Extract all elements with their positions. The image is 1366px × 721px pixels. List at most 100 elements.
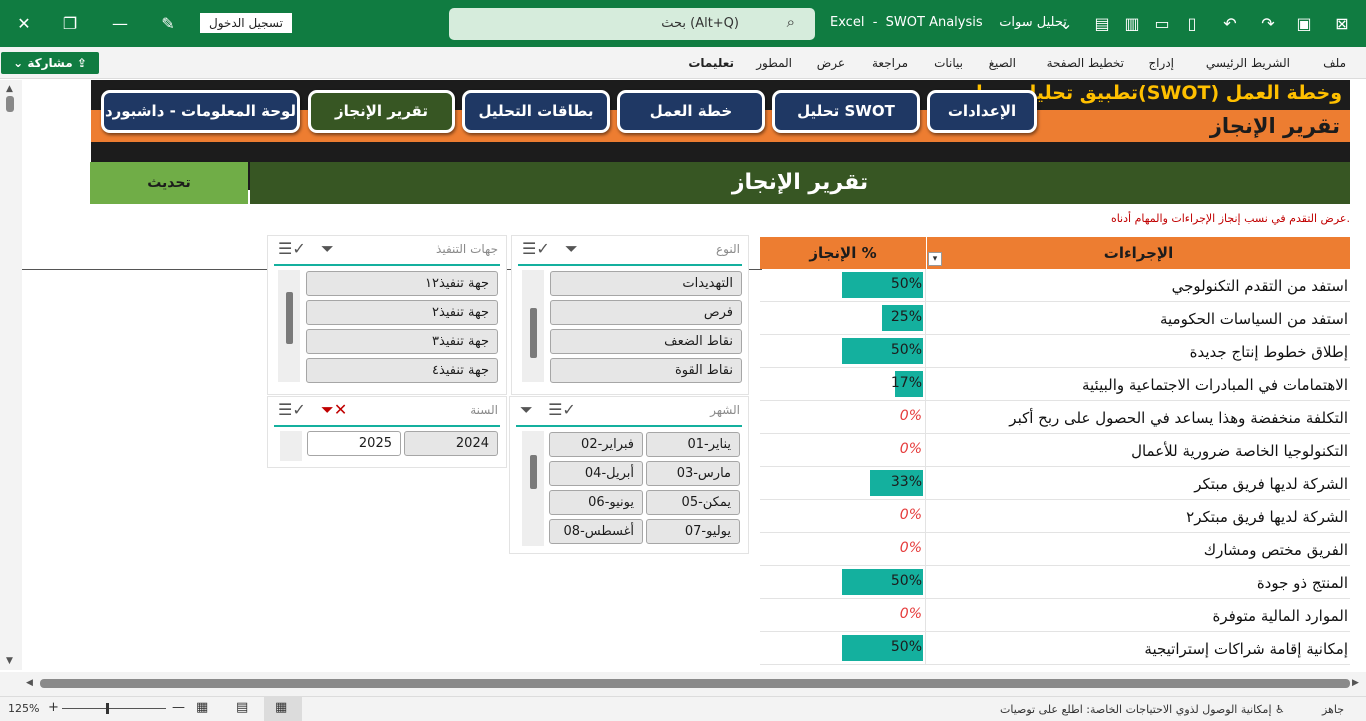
tab-view[interactable]: عرض bbox=[817, 56, 845, 70]
filter-dropdown-icon[interactable]: ▾ bbox=[928, 252, 942, 266]
progress-cell[interactable]: 0% bbox=[760, 533, 926, 565]
progress-value: 0% bbox=[899, 507, 922, 523]
file-export-icon[interactable]: ▤ bbox=[1090, 12, 1114, 36]
tab-insert[interactable]: إدراج bbox=[1148, 56, 1174, 70]
slicer-entities: جهات التنفيذ ☰✓ ⏷ جهة تنفيذ١٢ جهة تنفيذ٢… bbox=[267, 235, 507, 395]
scroll-left-icon[interactable]: ◀ bbox=[26, 678, 33, 688]
progress-cell[interactable]: 33% bbox=[760, 467, 926, 499]
nav-dashboard-button[interactable]: لوحة المعلومات - داشبورد bbox=[101, 90, 300, 133]
zoom-slider-thumb[interactable] bbox=[106, 703, 109, 714]
clear-filter-icon[interactable]: ⏷ bbox=[321, 239, 334, 258]
save-as-icon[interactable]: ▥ bbox=[1120, 12, 1144, 36]
nav-settings-button[interactable]: الإعدادات bbox=[927, 90, 1037, 133]
worksheet[interactable]: تطبيق تحليل سوات(SWOT) وخطة العمل تقرير … bbox=[22, 80, 1350, 670]
slicer-month-item-apr[interactable]: أبريل-04 bbox=[549, 461, 643, 486]
slicer-entities-scroll-thumb[interactable] bbox=[286, 292, 293, 344]
multi-select-icon[interactable]: ☰✓ bbox=[278, 400, 306, 419]
zoom-slider[interactable] bbox=[62, 708, 166, 709]
slicer-month-item-aug[interactable]: أغسطس-08 bbox=[549, 519, 643, 544]
signin-button[interactable]: تسجيل الدخول bbox=[200, 13, 292, 33]
tab-formulas[interactable]: الصيغ bbox=[989, 56, 1016, 70]
progress-cell[interactable]: 25% bbox=[760, 302, 926, 334]
progress-cell[interactable]: 50% bbox=[760, 335, 926, 367]
slicer-month-item-jul[interactable]: يوليو-07 bbox=[646, 519, 740, 544]
vertical-scrollbar[interactable]: ▲ ▼ bbox=[0, 80, 22, 670]
progress-cell[interactable]: 0% bbox=[760, 401, 926, 433]
folder-icon[interactable]: ▭ bbox=[1150, 12, 1174, 36]
slicer-month-item-mar[interactable]: مارس-03 bbox=[646, 461, 740, 486]
slicer-type-controls: ☰✓ ⏷ bbox=[522, 239, 578, 259]
tab-page-layout[interactable]: تخطيط الصفحة bbox=[1047, 56, 1124, 70]
slicer-type-scroll-thumb[interactable] bbox=[530, 308, 537, 358]
clear-filter-icon[interactable]: ⏷ bbox=[520, 400, 533, 419]
actions-column-header: الإجراءات bbox=[927, 237, 1350, 269]
multi-select-icon[interactable]: ☰✓ bbox=[522, 239, 550, 258]
slicer-month-item-jan[interactable]: يناير-01 bbox=[646, 432, 740, 457]
save-icon[interactable]: ▣ bbox=[1292, 12, 1316, 36]
restore-icon[interactable]: ❐ bbox=[58, 12, 82, 36]
nav-analysis-cards-button[interactable]: بطاقات التحليل bbox=[462, 90, 610, 133]
tab-developer[interactable]: المطور bbox=[756, 56, 792, 70]
progress-cell[interactable]: 0% bbox=[760, 434, 926, 466]
slicer-month-scroll-thumb[interactable] bbox=[530, 455, 537, 489]
slicer-entities-item-1[interactable]: جهة تنفيذ١٢ bbox=[306, 271, 498, 296]
tab-file[interactable]: ملف bbox=[1323, 56, 1346, 70]
slicer-entities-item-2[interactable]: جهة تنفيذ٢ bbox=[306, 300, 498, 325]
page-layout-view-icon[interactable]: ▤ bbox=[236, 700, 248, 715]
customize-toolbar-icon[interactable]: ⌄ bbox=[1054, 12, 1078, 36]
close-icon[interactable]: ✕ bbox=[12, 12, 36, 36]
progress-cell[interactable]: 0% bbox=[760, 599, 926, 631]
page-subtitle: تقرير الإنجاز bbox=[1209, 114, 1340, 138]
nav-action-plan-button[interactable]: خطة العمل bbox=[617, 90, 765, 133]
pen-icon[interactable]: ✎ bbox=[156, 12, 180, 36]
slicer-type-item-strengths[interactable]: نقاط القوة bbox=[550, 358, 742, 383]
multi-select-icon[interactable]: ☰✓ bbox=[548, 400, 576, 419]
zoom-in-icon[interactable]: + bbox=[48, 700, 59, 715]
slicer-month-item-jun[interactable]: يونيو-06 bbox=[549, 490, 643, 515]
scroll-up-icon[interactable]: ▲ bbox=[6, 84, 13, 94]
minimize-icon[interactable]: — bbox=[108, 12, 132, 36]
nav-progress-report-button[interactable]: تقرير الإنجاز bbox=[308, 90, 455, 133]
slicer-type-item-threats[interactable]: التهديدات bbox=[550, 271, 742, 296]
zoom-out-icon[interactable]: — bbox=[172, 700, 185, 715]
slicer-type-item-opportunities[interactable]: فرص bbox=[550, 300, 742, 325]
redo-icon[interactable]: ↷ bbox=[1256, 12, 1280, 36]
slicer-type-item-weaknesses[interactable]: نقاط الضعف bbox=[550, 329, 742, 354]
header-divider bbox=[926, 237, 927, 269]
page-break-view-icon[interactable]: ▦ bbox=[196, 700, 208, 715]
clear-filter-icon[interactable]: ⏷ bbox=[565, 239, 578, 258]
tab-home[interactable]: الشريط الرئيسي bbox=[1206, 56, 1290, 70]
progress-cell[interactable]: 50% bbox=[760, 632, 926, 664]
scroll-thumb[interactable] bbox=[6, 96, 14, 112]
slicer-month-item-may[interactable]: يمكن-05 bbox=[646, 490, 740, 515]
search-box[interactable]: بحث (Alt+Q) ⌕ bbox=[449, 8, 815, 40]
slicer-month-item-feb[interactable]: فبراير-02 bbox=[549, 432, 643, 457]
share-button[interactable]: ⌄ مشاركة ⇪ bbox=[1, 52, 99, 74]
progress-cell[interactable]: 50% bbox=[760, 269, 926, 301]
nav-swot-button[interactable]: تحليل SWOT bbox=[772, 90, 920, 133]
new-file-icon[interactable]: ▯ bbox=[1180, 12, 1204, 36]
progress-value: 50% bbox=[890, 342, 922, 358]
undo-icon[interactable]: ↶ bbox=[1218, 12, 1242, 36]
horizontal-scrollbar[interactable]: ◀ ▶ bbox=[0, 672, 1366, 696]
slicer-month-underline bbox=[516, 425, 742, 427]
progress-cell[interactable]: 17% bbox=[760, 368, 926, 400]
clear-filter-icon[interactable]: ⏷✕ bbox=[321, 400, 347, 419]
scroll-down-icon[interactable]: ▼ bbox=[6, 656, 13, 666]
report-note: عرض التقدم في نسب إنجاز الإجراءات والمها… bbox=[1110, 212, 1350, 225]
zoom-level[interactable]: 125% bbox=[8, 702, 39, 715]
hscroll-thumb[interactable] bbox=[40, 679, 1350, 688]
slicer-year-item-2024[interactable]: 2024 bbox=[404, 431, 498, 456]
slicer-entities-item-4[interactable]: جهة تنفيذ٤ bbox=[306, 358, 498, 383]
slicer-entities-item-3[interactable]: جهة تنفيذ٣ bbox=[306, 329, 498, 354]
multi-select-icon[interactable]: ☰✓ bbox=[278, 239, 306, 258]
tab-data[interactable]: بيانات bbox=[934, 56, 963, 70]
progress-cell[interactable]: 50% bbox=[760, 566, 926, 598]
tab-help[interactable]: تعليمات bbox=[688, 56, 734, 70]
tab-review[interactable]: مراجعة bbox=[872, 56, 908, 70]
refresh-button[interactable]: تحديث bbox=[90, 162, 248, 204]
accessibility-status[interactable]: إمكانية الوصول لذوي الاحتياجات الخاصة: ا… bbox=[1000, 703, 1285, 716]
scroll-right-icon[interactable]: ▶ bbox=[1352, 678, 1359, 688]
progress-cell[interactable]: 0% bbox=[760, 500, 926, 532]
slicer-year-item-2025[interactable]: 2025 bbox=[307, 431, 401, 456]
